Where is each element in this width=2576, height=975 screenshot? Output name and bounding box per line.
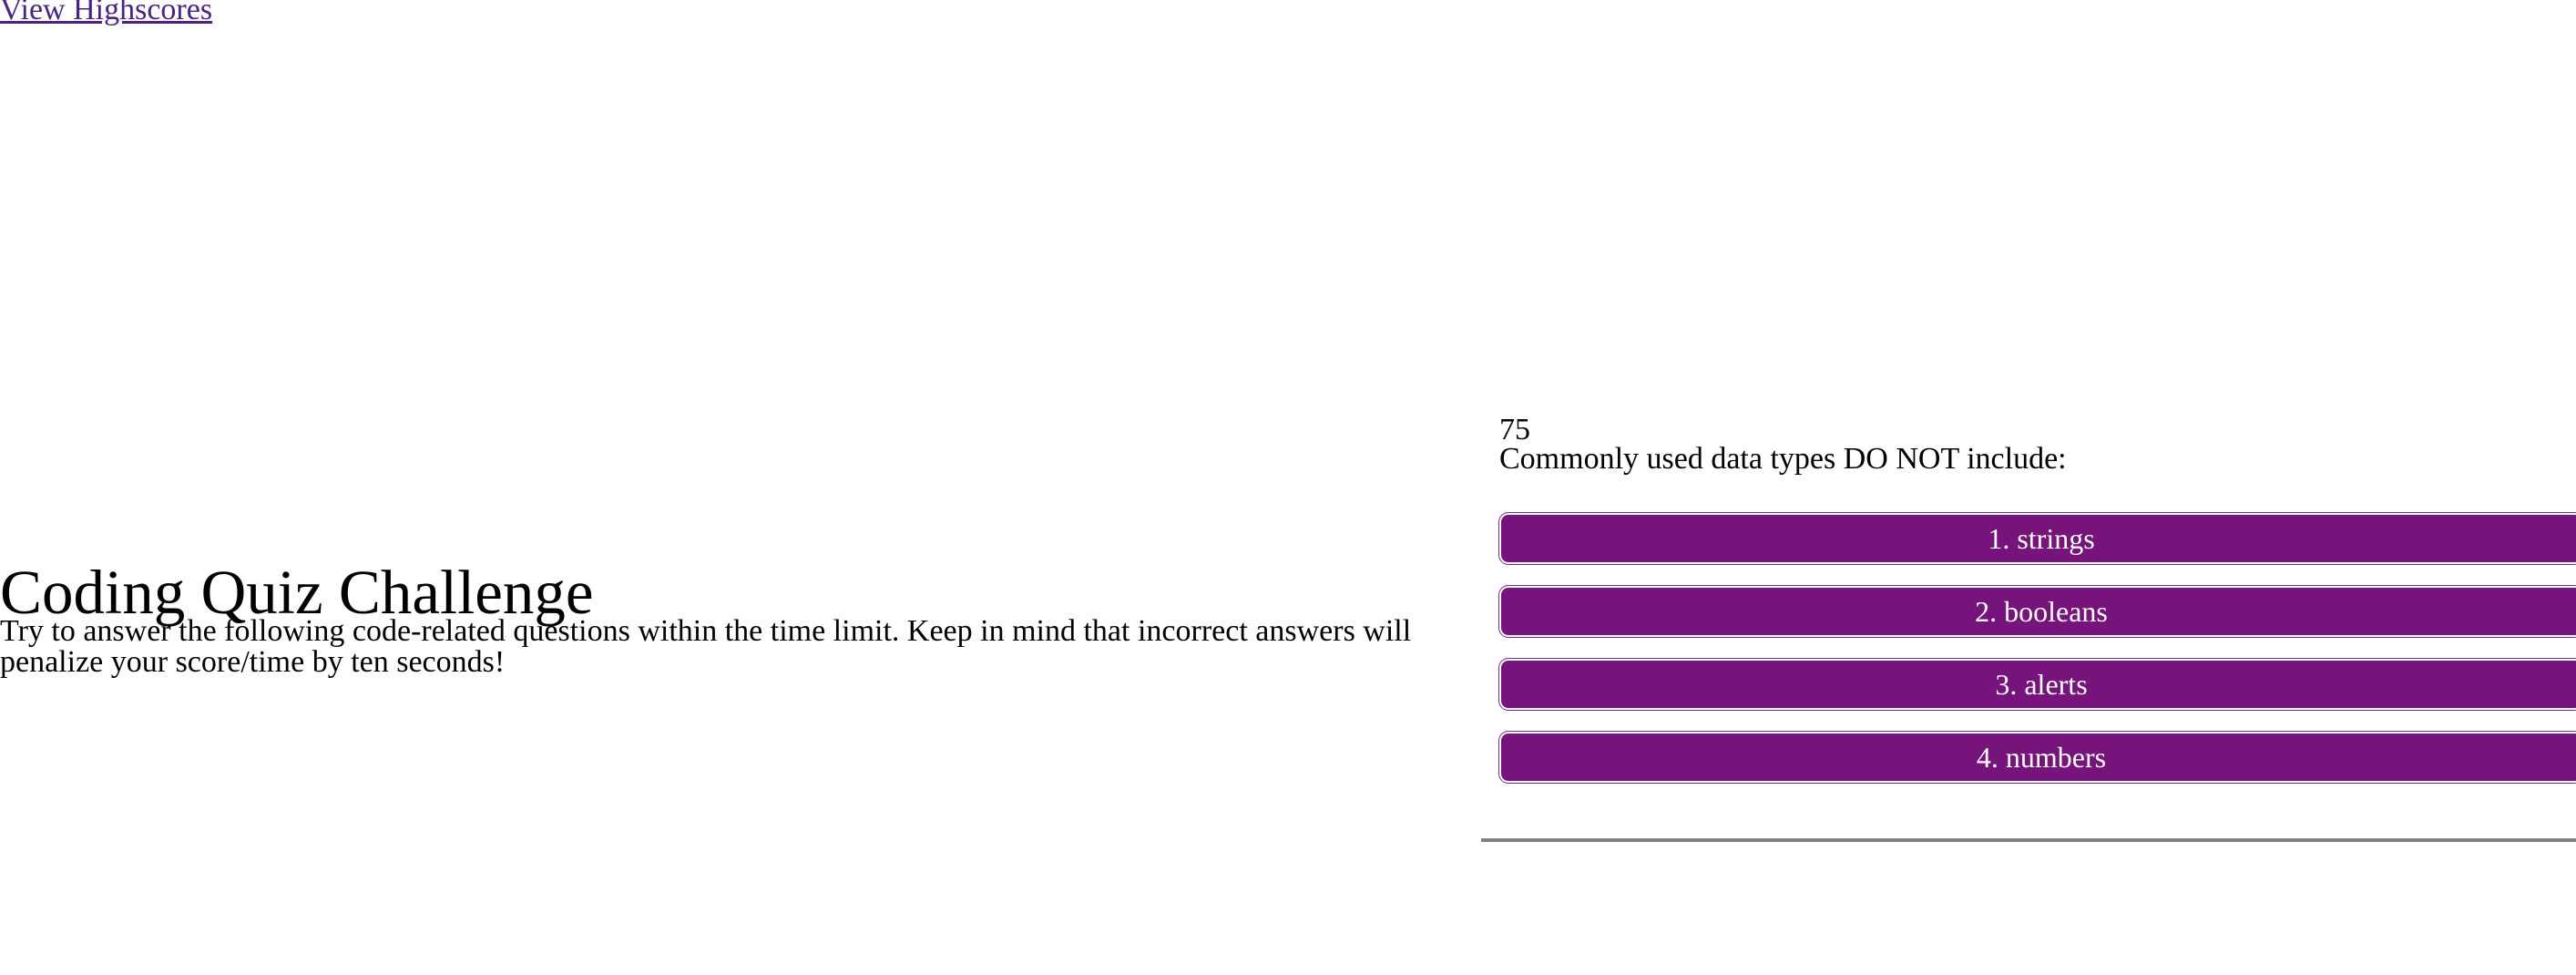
intro-section: Coding Quiz Challenge Try to answer the … [0,559,1457,678]
answer-button-3[interactable]: 3. alerts [1498,658,2576,711]
divider-line [1481,838,2576,842]
answer-button-2[interactable]: 2. booleans [1498,585,2576,638]
answer-button-4[interactable]: 4. numbers [1498,731,2576,784]
intro-description: Try to answer the following code-related… [0,614,1412,679]
view-highscores-link[interactable]: View Highscores [0,0,212,26]
question-text: Commonly used data types DO NOT include: [1499,442,2067,476]
answer-list: 1. strings 2. booleans 3. alerts 4. numb… [1498,512,2576,805]
page: View Highscores Coding Quiz Challenge Tr… [0,0,2576,975]
answer-button-1[interactable]: 1. strings [1498,512,2576,565]
quiz-panel: 75 Commonly used data types DO NOT inclu… [1481,0,2576,975]
